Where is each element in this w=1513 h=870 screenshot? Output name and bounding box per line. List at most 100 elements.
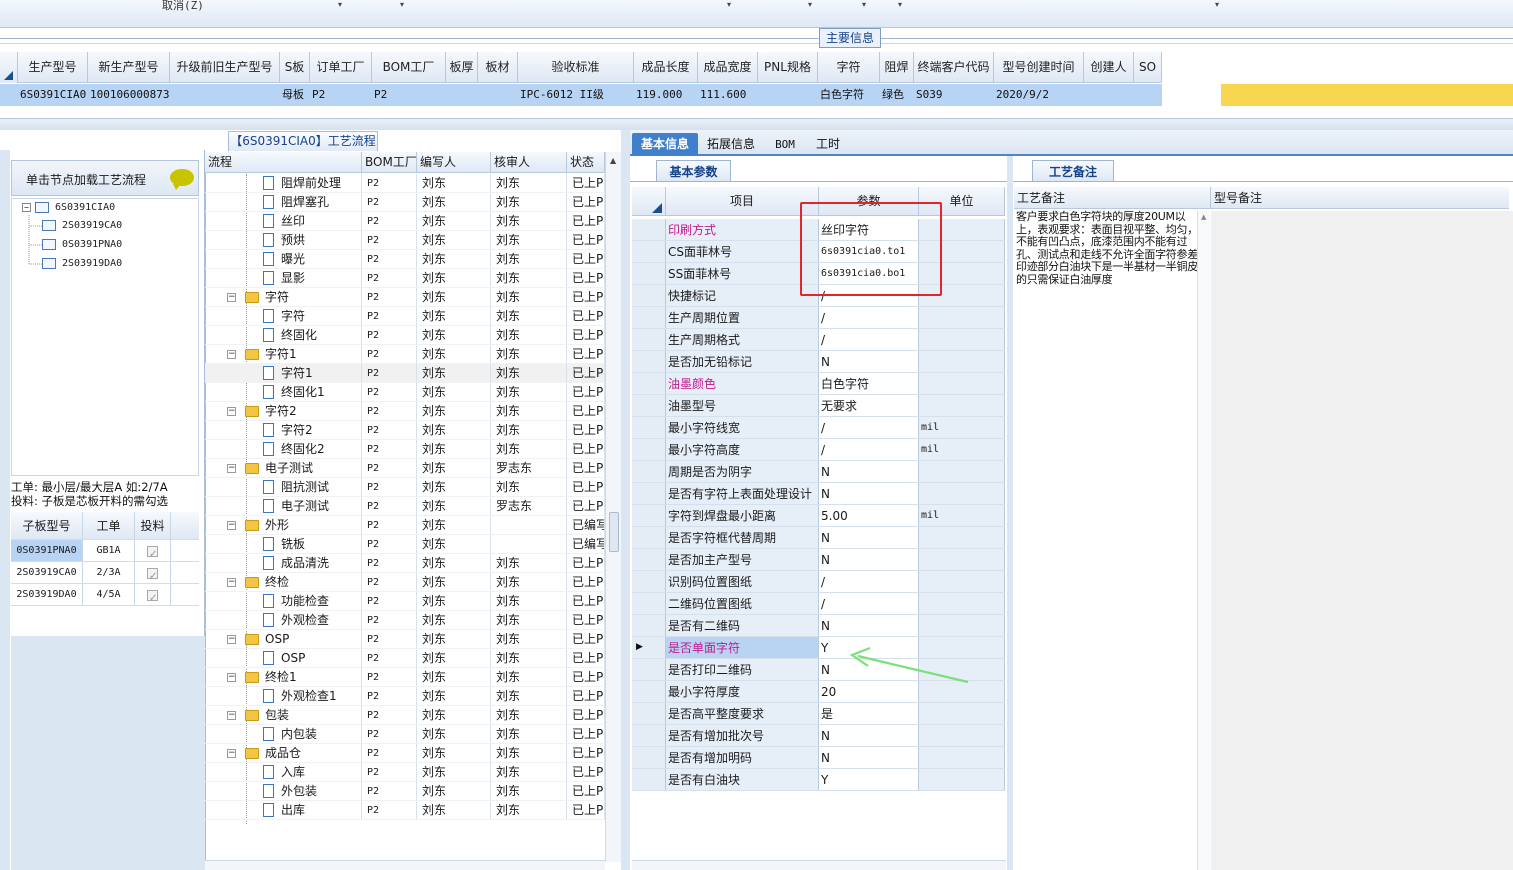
row-indicator[interactable] [632,571,666,592]
header-col[interactable]: 生产型号 [18,52,88,83]
param-item-cell[interactable]: CS面菲林号 [666,241,819,262]
header-cell[interactable]: 2020/9/2 [994,84,1084,106]
process-row[interactable]: 出库 P2 刘东 刘东 已上P [205,801,605,820]
param-value-cell[interactable]: Y [819,769,919,790]
param-value-cell[interactable]: 5.00 [819,505,919,526]
header-cell[interactable]: S039 [914,84,994,106]
dropdown-arrow-icon[interactable]: ▾ [862,0,866,9]
grid-corner[interactable] [0,52,18,83]
col-craft-note[interactable]: 工艺备注 [1014,187,1211,209]
param-row[interactable]: 快捷标记 / [632,285,1005,307]
process-row[interactable]: 外包装 P2 刘东 刘东 已上P [205,782,605,801]
collapse-icon[interactable]: − [227,635,236,644]
param-value-cell[interactable]: 6s0391cia0.bo1 [819,263,919,284]
row-indicator[interactable] [632,681,666,702]
param-value-cell[interactable]: 无要求 [819,395,919,416]
craft-note-text[interactable]: 客户要求白色字符块的厚度20UM以上，表观要求：表面目视平整、均匀，不能有凹凸点… [1016,210,1198,286]
param-row[interactable]: 周期是否为阴字 N [632,461,1005,483]
process-vertical-scrollbar[interactable]: ▲ [605,152,621,862]
header-cell[interactable] [170,84,280,106]
header-cell[interactable] [446,84,478,106]
dropdown-arrow-icon[interactable]: ▾ [898,0,902,9]
param-value-cell[interactable]: / [819,439,919,460]
process-row[interactable]: OSP P2 刘东 刘东 已上P [205,649,605,668]
scroll-up-icon[interactable]: ▲ [610,156,616,165]
param-value-cell[interactable]: N [819,615,919,636]
process-row[interactable]: 阻焊塞孔 P2 刘东 刘东 已上P [205,193,605,212]
param-item-cell[interactable]: 是否高平整度要求 [666,703,819,724]
process-row[interactable]: 阻抗测试 P2 刘东 刘东 已上P [205,478,605,497]
header-cell[interactable] [478,84,518,106]
tree-node-child[interactable]: 2S03919DA0 [42,255,122,273]
process-row[interactable]: − 包装 P2 刘东 刘东 已上P [205,706,605,725]
param-row[interactable]: 油墨型号 无要求 [632,395,1005,417]
header-cell[interactable] [1134,84,1162,106]
param-value-cell[interactable]: / [819,571,919,592]
header-col[interactable]: S板 [280,52,310,83]
header-col[interactable]: 终端客户代码 [914,52,994,83]
collapse-icon[interactable]: − [227,464,236,473]
param-item-cell[interactable]: 是否字符框代替周期 [666,527,819,548]
process-row[interactable]: 铣板 P2 刘东 已编写 [205,535,605,554]
tab-basic-info[interactable]: 基本信息 [632,133,698,156]
process-row[interactable]: − 终检 P2 刘东 刘东 已上P [205,573,605,592]
param-row[interactable]: 最小字符高度 / mil [632,439,1005,461]
param-row[interactable]: 最小字符线宽 / mil [632,417,1005,439]
header-col[interactable]: 成品长度 [634,52,698,83]
header-col[interactable]: SO [1134,52,1162,83]
row-indicator[interactable] [632,351,666,372]
param-value-cell[interactable]: N [819,725,919,746]
col-sub-model[interactable]: 子板型号 [11,512,83,539]
param-row[interactable]: 是否有字符上表面处理设计 N [632,483,1005,505]
row-indicator[interactable] [632,263,666,284]
header-col[interactable]: 阻焊 [880,52,914,83]
param-row[interactable]: 是否打印二维码 N [632,659,1005,681]
grid-corner[interactable] [632,187,666,216]
param-value-cell[interactable]: N [819,659,919,680]
process-row[interactable]: − 字符 P2 刘东 刘东 已上P [205,288,605,307]
process-row[interactable]: − 成品仓 P2 刘东 刘东 已上P [205,744,605,763]
collapse-icon[interactable]: − [227,407,236,416]
row-indicator[interactable] [632,593,666,614]
row-indicator[interactable] [632,329,666,350]
row-indicator[interactable] [632,703,666,724]
row-indicator[interactable]: ▶ [632,637,666,658]
param-row[interactable]: 是否有二维码 N [632,615,1005,637]
header-cell[interactable]: 白色字符 [818,84,880,106]
header-col[interactable]: 板材 [478,52,518,83]
header-col[interactable]: BOM工厂 [372,52,446,83]
param-row[interactable]: 是否高平整度要求是 [632,703,1005,725]
row-indicator[interactable] [632,505,666,526]
header-cell[interactable]: 母板 [280,84,310,106]
header-col[interactable]: 升级前旧生产型号 [170,52,280,83]
row-indicator[interactable] [632,725,666,746]
model-note-text[interactable] [1211,211,1513,870]
process-row[interactable]: 入库 P2 刘东 刘东 已上P [205,763,605,782]
param-row[interactable]: 生产周期位置 / [632,307,1005,329]
header-cell[interactable]: P2 [310,84,372,106]
row-indicator[interactable] [632,461,666,482]
collapse-icon[interactable]: − [227,350,236,359]
process-flow-title-tab[interactable]: 【6S0391CIA0】工艺流程 [228,131,378,151]
col-writer[interactable]: 编写人 [417,152,491,173]
param-item-cell[interactable]: 周期是否为阴字 [666,461,819,482]
param-row[interactable]: 生产周期格式 / [632,329,1005,351]
feed-checkbox[interactable] [147,566,158,583]
process-row[interactable]: − 字符2 P2 刘东 刘东 已上P [205,402,605,421]
dropdown-arrow-icon[interactable]: ▾ [400,0,404,9]
header-col[interactable]: 型号创建时间 [994,52,1084,83]
param-value-cell[interactable]: N [819,527,919,548]
process-row[interactable]: − 电子测试 P2 刘东 罗志东 已上P [205,459,605,478]
process-row[interactable]: 成品清洗 P2 刘东 刘东 已上P [205,554,605,573]
sub-model-cell[interactable]: 0S0391PNA0 [11,540,83,561]
process-row[interactable]: 内包装 P2 刘东 刘东 已上P [205,725,605,744]
param-item-cell[interactable]: 字符到焊盘最小距离 [666,505,819,526]
dropdown-arrow-icon[interactable]: ▾ [338,0,342,9]
param-row[interactable]: 是否有增加批次号 N [632,725,1005,747]
row-indicator[interactable] [632,395,666,416]
param-item-cell[interactable]: 是否有增加明码 [666,747,819,768]
param-item-cell[interactable]: 是否有二维码 [666,615,819,636]
cancel-menu-item[interactable]: 取消(Z) [162,0,204,13]
param-value-cell[interactable]: N [819,549,919,570]
scroll-thumb[interactable] [609,512,619,552]
